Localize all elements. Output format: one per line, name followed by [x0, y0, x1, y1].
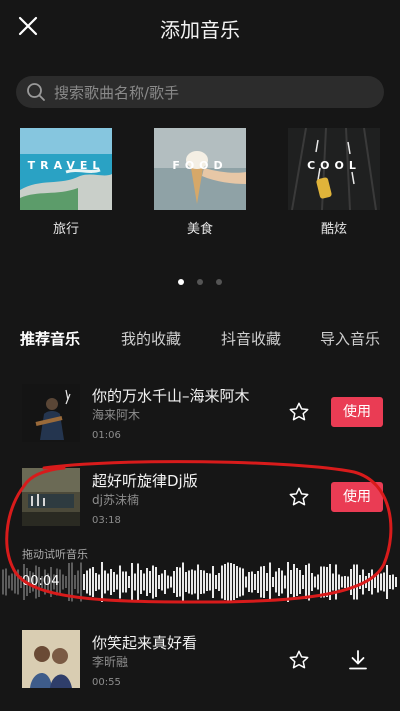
tab-douyin-favorites[interactable]: 抖音收藏	[221, 328, 281, 349]
annotation-circle	[5, 460, 393, 604]
song-cover[interactable]	[22, 630, 80, 688]
song-cover[interactable]	[22, 384, 80, 442]
search-bar[interactable]	[16, 76, 384, 110]
category-label: 旅行	[52, 222, 79, 237]
song-title: 你的万水千山–海来阿木	[92, 387, 250, 405]
category-thumb-text: COOL	[307, 159, 361, 172]
star-icon[interactable]	[288, 649, 310, 671]
use-button[interactable]: 使用	[331, 397, 383, 427]
category-food[interactable]: FOOD 美食	[154, 128, 246, 237]
category-thumbnail-cool: COOL	[288, 128, 380, 210]
song-artist: 海来阿木	[92, 408, 141, 422]
song-duration: 01:06	[92, 430, 121, 441]
carousel-dot[interactable]	[177, 279, 184, 285]
carousel-dot[interactable]	[197, 279, 203, 285]
category-thumbnail-food: FOOD	[154, 128, 246, 210]
song-title: 你笑起来真好看	[92, 634, 198, 652]
category-label: 酷炫	[320, 222, 347, 237]
category-thumb-text: FOOD	[172, 159, 228, 172]
category-travel[interactable]: TRAVEL 旅行	[20, 128, 112, 237]
search-icon	[27, 83, 45, 101]
tab-recommended[interactable]: 推荐音乐	[20, 328, 80, 349]
page-title: 添加音乐	[160, 18, 240, 42]
carousel-indicator[interactable]	[0, 270, 400, 289]
star-icon[interactable]	[288, 401, 310, 423]
song-artist: 李昕融	[92, 655, 129, 669]
carousel-dot[interactable]	[216, 279, 223, 285]
search-input[interactable]	[52, 76, 376, 110]
category-label: 美食	[186, 222, 213, 237]
tab-import-music[interactable]: 导入音乐	[320, 328, 380, 349]
download-icon[interactable]	[346, 648, 370, 672]
category-thumbnail-travel: TRAVEL	[20, 128, 112, 210]
category-thumb-text: TRAVEL	[27, 159, 105, 172]
song-duration: 00:55	[92, 677, 121, 688]
tab-my-favorites[interactable]: 我的收藏	[121, 328, 181, 349]
category-cool[interactable]: COOL 酷炫	[288, 128, 380, 237]
